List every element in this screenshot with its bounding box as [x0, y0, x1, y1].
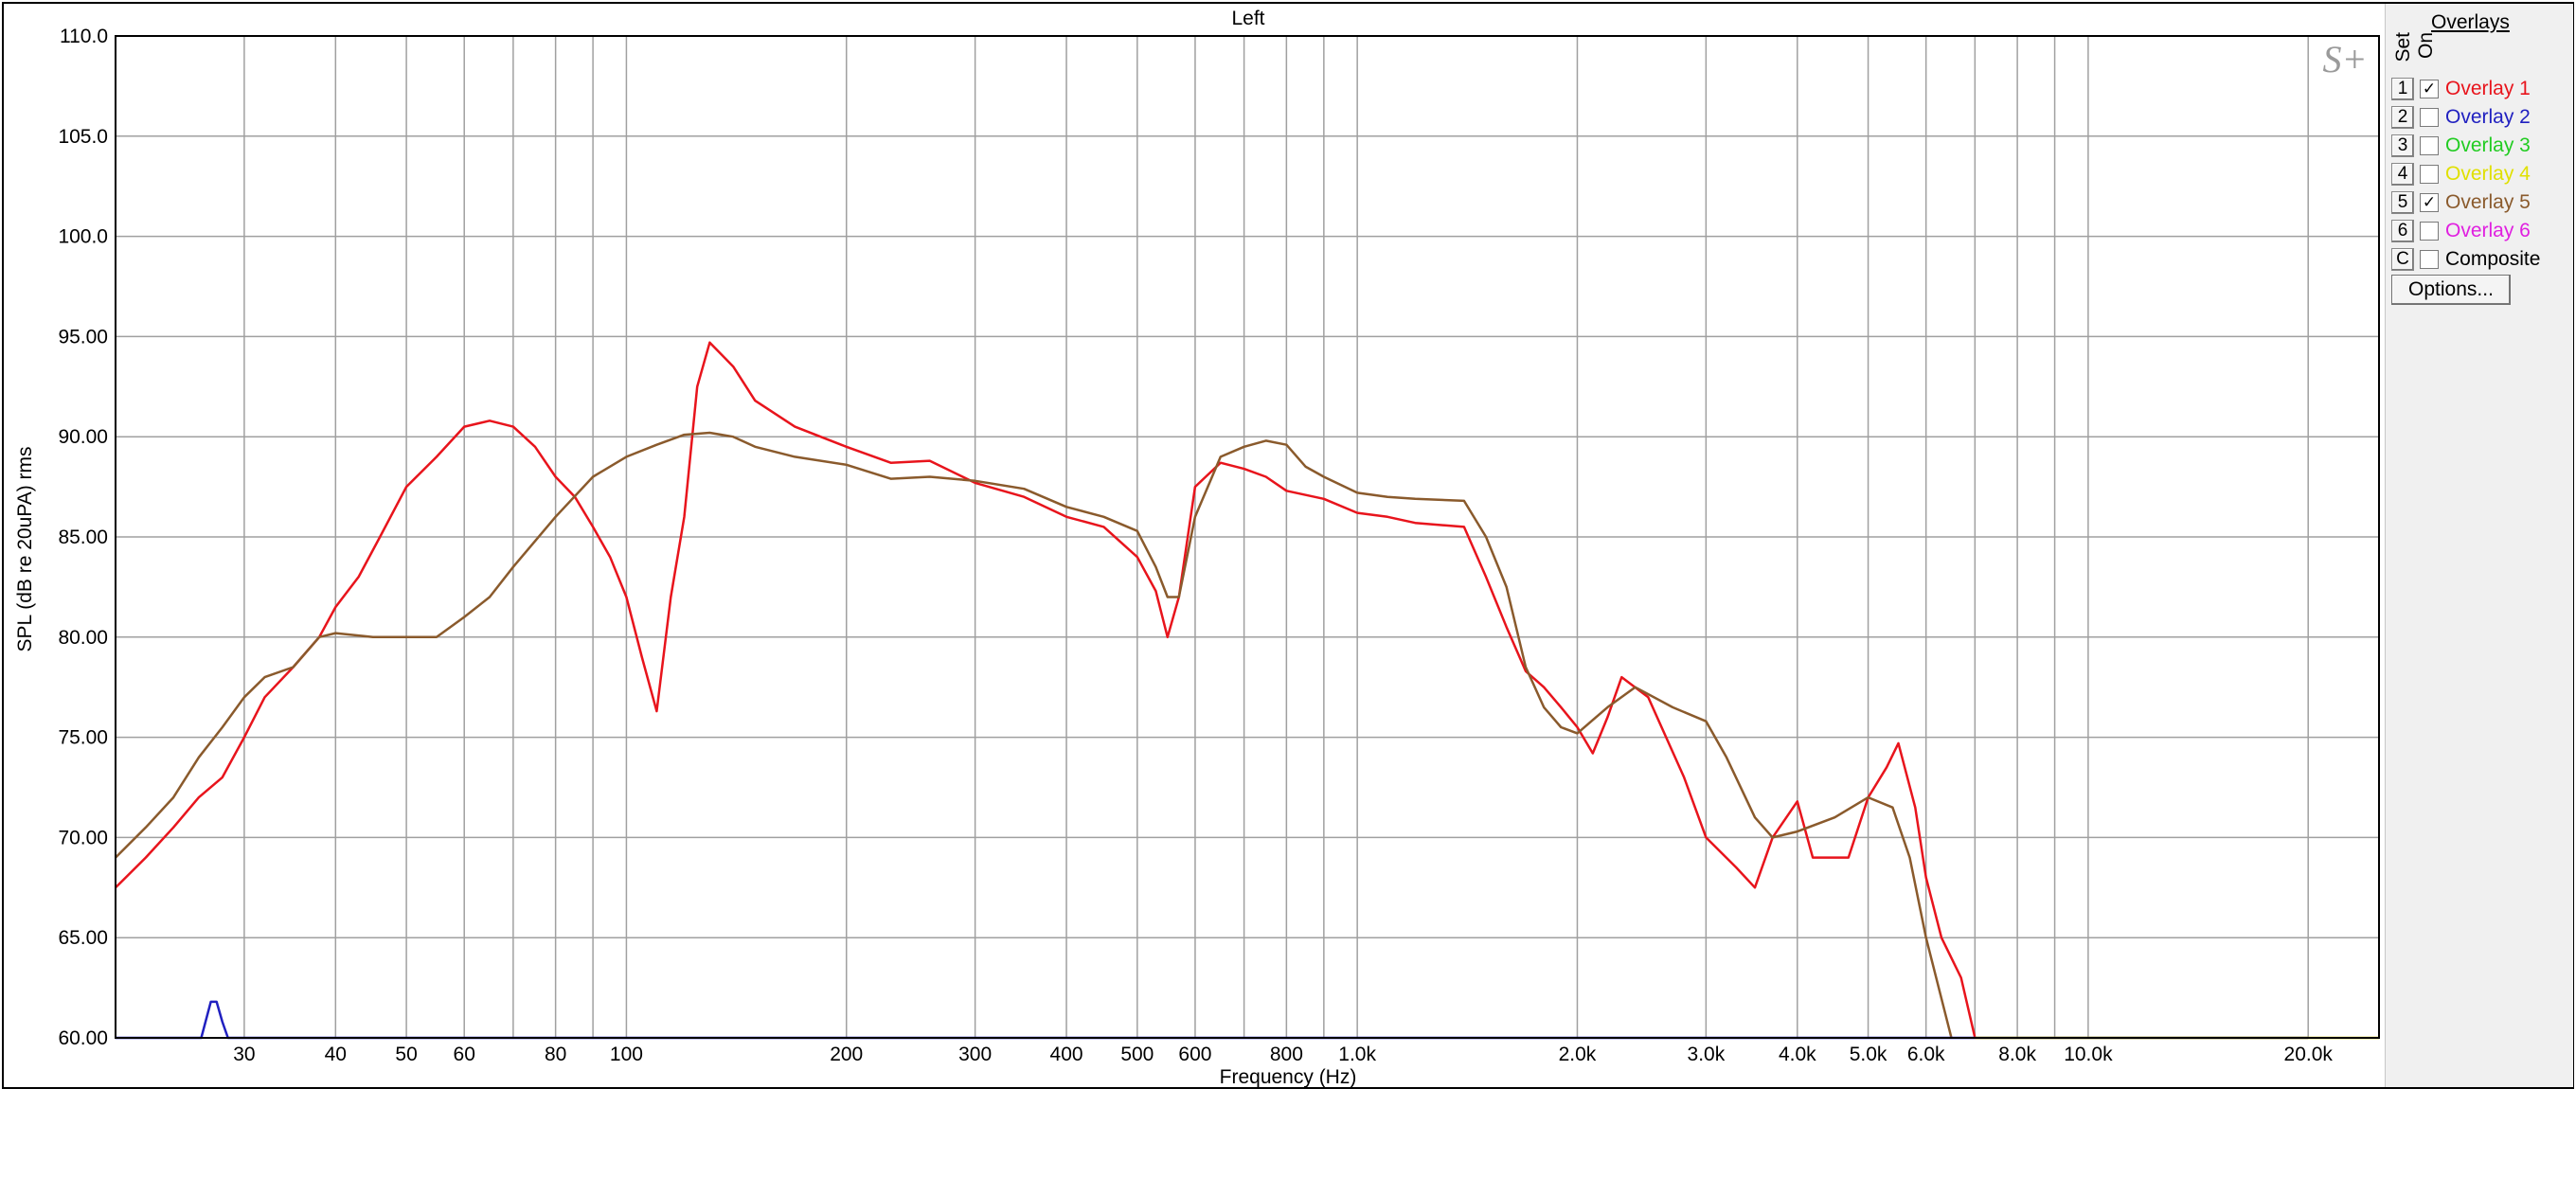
y-tick-label: 75.00: [58, 727, 108, 749]
series-line-overlay-5: [115, 431, 1953, 1039]
overlay-label-c: Composite: [2445, 248, 2541, 270]
overlay-label-5: Overlay 5: [2445, 191, 2531, 213]
x-tick-label: 100: [610, 1044, 643, 1065]
on-column-header: On: [2415, 32, 2437, 60]
overlay-row-6: 6 Overlay 6: [2391, 218, 2531, 244]
overlay-row-3: 3 Overlay 3: [2391, 133, 2531, 159]
set-button-5[interactable]: 5: [2391, 191, 2414, 214]
x-axis-label: Frequency (Hz): [1220, 1066, 1357, 1088]
overlay-label-2: Overlay 2: [2445, 106, 2531, 128]
overlay-checkbox-c[interactable]: [2420, 250, 2439, 269]
y-tick-label: 70.00: [58, 827, 108, 848]
y-tick-label: 80.00: [58, 627, 108, 649]
overlay-label-6: Overlay 6: [2445, 220, 2531, 241]
y-tick-labels: 110.0 105.0 100.0 95.00 90.00 85.00 80.00 75.00…: [58, 26, 108, 1049]
x-tick-label: 800: [1270, 1044, 1303, 1065]
x-tick-label: 10.0k: [2064, 1044, 2113, 1065]
series-lines: [115, 341, 2379, 1040]
y-tick-label: 85.00: [58, 527, 108, 548]
x-tick-label: 60: [454, 1044, 475, 1065]
y-tick-label: 110.0: [60, 26, 108, 47]
series-line-overlay-1: [115, 341, 1977, 1039]
y-axis-label: SPL (dB re 20uPA) rms: [14, 446, 36, 651]
overlay-checkbox-4[interactable]: [2420, 165, 2439, 184]
x-tick-label: 200: [830, 1044, 863, 1065]
series-line-overlay-2: [116, 1000, 2309, 1040]
x-tick-label: 8.0k: [1998, 1044, 2036, 1065]
overlay-checkbox-1[interactable]: ✓: [2420, 80, 2439, 98]
set-button-4[interactable]: 4: [2391, 163, 2414, 186]
x-tick-label: 40: [325, 1044, 347, 1065]
y-tick-label: 100.0: [58, 226, 108, 248]
x-tick-label: 400: [1050, 1044, 1083, 1065]
overlay-row-2: 2 Overlay 2: [2391, 104, 2531, 131]
x-tick-label: 300: [958, 1044, 992, 1065]
overlay-checkbox-6[interactable]: [2420, 222, 2439, 241]
overlays-title: Overlays: [2431, 11, 2510, 33]
overlay-row-1: 1 ✓ Overlay 1: [2391, 76, 2531, 102]
x-tick-label: 6.0k: [1907, 1044, 1945, 1065]
y-tick-label: 105.0: [58, 126, 108, 148]
overlay-label-3: Overlay 3: [2445, 134, 2531, 156]
overlay-row-4: 4 Overlay 4: [2391, 161, 2531, 187]
overlay-label-4: Overlay 4: [2445, 163, 2531, 185]
overlay-label-1: Overlay 1: [2445, 78, 2531, 99]
x-tick-label: 30: [233, 1044, 255, 1065]
y-tick-label: 65.00: [58, 927, 108, 949]
set-column-header: Set: [2392, 32, 2414, 62]
overlay-checkbox-5[interactable]: ✓: [2420, 193, 2439, 212]
set-button-c[interactable]: C: [2391, 248, 2414, 271]
x-tick-label: 50: [395, 1044, 417, 1065]
grid: [116, 35, 2379, 1039]
x-tick-label: 500: [1120, 1044, 1154, 1065]
x-tick-label: 2.0k: [1559, 1044, 1597, 1065]
x-tick-label: 600: [1178, 1044, 1211, 1065]
logo-watermark: S+: [2323, 38, 2368, 80]
overlays-panel: Overlays Set On 1 ✓ Overlay 1 2 Overlay 2 3 Ov…: [2385, 4, 2573, 1087]
set-button-3[interactable]: 3: [2391, 134, 2414, 157]
x-tick-label: 4.0k: [1779, 1044, 1816, 1065]
set-button-2[interactable]: 2: [2391, 106, 2414, 129]
options-button[interactable]: Options...: [2391, 275, 2511, 305]
x-tick-label: 1.0k: [1338, 1044, 1376, 1065]
y-tick-label: 95.00: [58, 326, 108, 348]
y-tick-label: 60.00: [58, 1027, 108, 1049]
overlay-row-c: C Composite: [2391, 246, 2540, 273]
x-tick-label: 80: [545, 1044, 566, 1065]
y-tick-label: 90.00: [58, 426, 108, 448]
overlay-checkbox-3[interactable]: [2420, 136, 2439, 155]
overlay-checkbox-2[interactable]: [2420, 108, 2439, 127]
x-tick-labels: 30 40 50 60 80 100 200 300 400 500 600 800 1.0k 2.0k 3…: [233, 1044, 2333, 1065]
x-tick-label: 5.0k: [1850, 1044, 1887, 1065]
chart-title: Left: [1231, 8, 1264, 29]
set-button-6[interactable]: 6: [2391, 220, 2414, 242]
overlay-row-5: 5 ✓ Overlay 5: [2391, 189, 2531, 216]
x-tick-label: 3.0k: [1688, 1044, 1726, 1065]
x-tick-label: 20.0k: [2284, 1044, 2334, 1065]
frequency-response-chart: 110.0 105.0 100.0 95.00 90.00 85.00 80.00 75.00…: [14, 8, 2380, 1088]
set-button-1[interactable]: 1: [2391, 78, 2414, 100]
